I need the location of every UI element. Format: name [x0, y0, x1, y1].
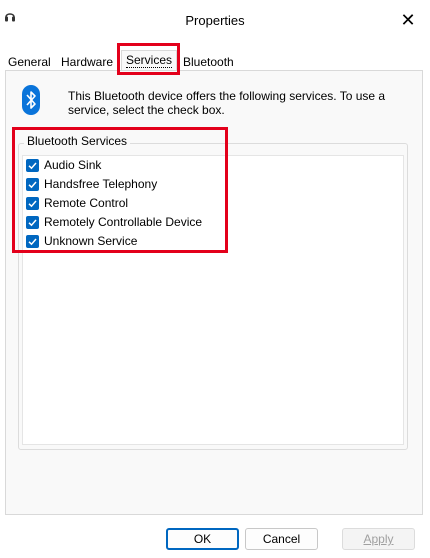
- services-description: This Bluetooth device offers the followi…: [68, 89, 386, 117]
- ok-button[interactable]: OK: [166, 528, 239, 550]
- tab-hardware[interactable]: Hardware: [57, 54, 117, 71]
- tab-bluetooth[interactable]: Bluetooth: [179, 54, 238, 71]
- cancel-button[interactable]: Cancel: [245, 528, 318, 550]
- tab-strip: General Hardware Services Bluetooth: [0, 50, 430, 72]
- close-icon: ✕: [400, 9, 416, 30]
- apply-label: Apply: [363, 532, 394, 546]
- bluetooth-icon: [22, 85, 40, 115]
- tab-general[interactable]: General: [4, 54, 55, 71]
- title-bar: Properties ✕: [0, 0, 430, 40]
- highlight-box-services-list: [12, 127, 228, 253]
- apply-button[interactable]: Apply: [342, 528, 415, 550]
- highlight-box-services-tab: [117, 43, 180, 75]
- window-title: Properties: [185, 13, 245, 28]
- close-button[interactable]: ✕: [386, 0, 430, 40]
